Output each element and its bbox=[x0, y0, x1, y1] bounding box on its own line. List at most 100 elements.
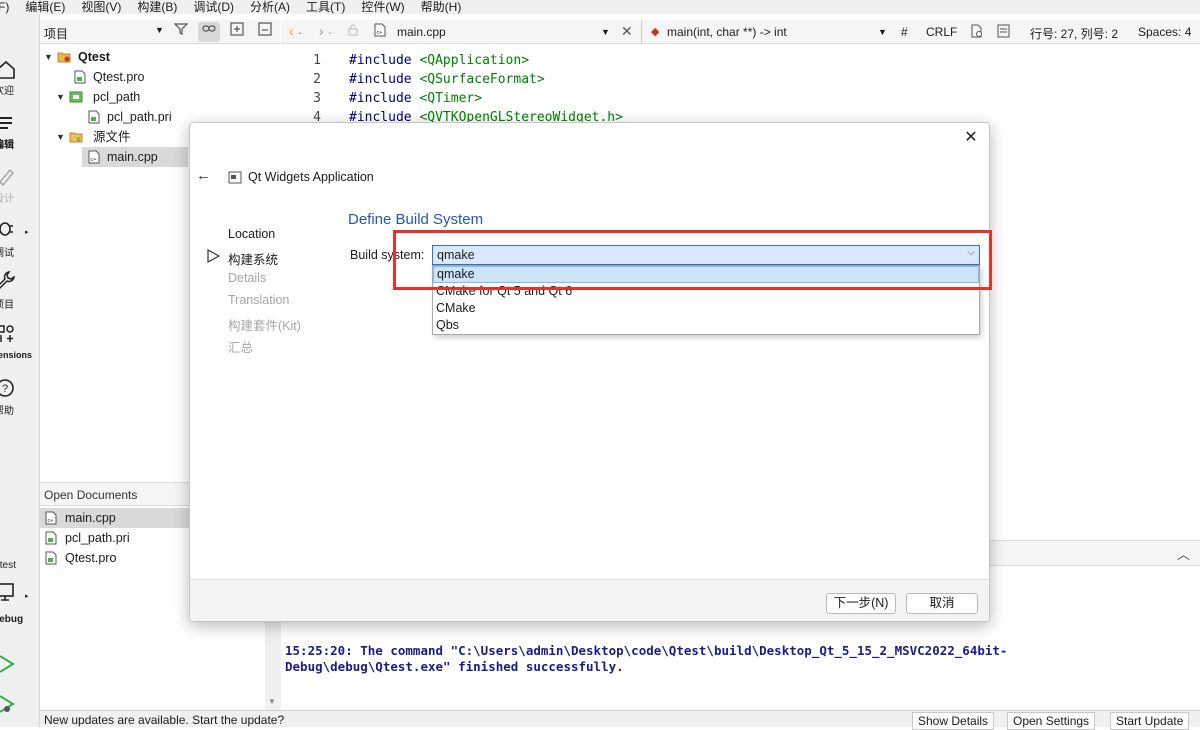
chevron-down-icon[interactable]: ⌄ bbox=[327, 28, 333, 36]
chevron-up-icon[interactable]: ︿ bbox=[1177, 544, 1190, 563]
svg-text:?: ? bbox=[2, 383, 8, 395]
tree-item-qtest[interactable]: ▼ Qtest bbox=[40, 47, 280, 67]
highlight-annotation-box bbox=[393, 230, 992, 290]
filter-icon[interactable] bbox=[170, 22, 192, 42]
option-qbs[interactable]: Qbs bbox=[433, 317, 979, 334]
close-file-icon[interactable]: ✕ bbox=[621, 23, 633, 40]
svg-text:c+: c+ bbox=[91, 157, 97, 163]
pri-file-icon bbox=[45, 531, 57, 545]
tree-item-pcl-path[interactable]: ▼ pcl_path bbox=[40, 87, 280, 107]
start-update-button[interactable]: Start Update bbox=[1110, 712, 1190, 730]
code-include-path: <QSurfaceFormat> bbox=[419, 72, 545, 87]
chevron-right-icon: ▸ bbox=[25, 593, 29, 600]
edit-lines-icon bbox=[0, 117, 12, 129]
dialog-footer: 下一步(N) 取消 bbox=[190, 579, 989, 621]
monitor-icon bbox=[0, 583, 14, 601]
back-arrow-icon[interactable]: ← bbox=[196, 167, 211, 184]
open-doc-pcl-path-pri[interactable]: pcl_path.pri bbox=[40, 528, 190, 548]
chevron-down-icon[interactable]: ⌄ bbox=[297, 28, 303, 36]
tree-item-main-cpp[interactable]: c+ main.cpp bbox=[82, 147, 188, 167]
code-keyword: #include bbox=[349, 91, 412, 106]
file-selector[interactable]: main.cpp bbox=[397, 25, 446, 39]
window-icon bbox=[228, 171, 242, 184]
wizard-title: Qt Widgets Application bbox=[248, 170, 374, 184]
open-settings-button[interactable]: Open Settings bbox=[1007, 712, 1096, 730]
source-folder-icon: c bbox=[69, 132, 83, 143]
code-keyword: #include bbox=[349, 72, 412, 87]
chevron-down-icon[interactable]: ▼ bbox=[44, 47, 53, 67]
home-icon bbox=[0, 60, 15, 79]
mode-sidebar: 欢迎 编辑 设计 ▸ 调试 项目 Extensions ? 帮助 Qtest ▸… bbox=[0, 14, 40, 727]
chevron-down-icon[interactable]: ▼ bbox=[155, 25, 164, 35]
wizard-step-translation: Translation bbox=[228, 293, 290, 307]
bug-icon bbox=[0, 222, 13, 236]
update-notice: New updates are available. Start the upd… bbox=[44, 713, 285, 727]
menu-tools[interactable]: 工具(T) bbox=[306, 0, 345, 14]
current-step-icon bbox=[207, 249, 220, 263]
show-details-button[interactable]: Show Details bbox=[912, 712, 995, 730]
option-cmake[interactable]: CMake bbox=[433, 300, 979, 317]
section-title: Define Build System bbox=[348, 211, 484, 228]
menu-bar: (F) 编辑(E) 视图(V) 构建(B) 调试(D) 分析(A) 工具(T) … bbox=[0, 0, 1200, 14]
cursor-position[interactable]: 行号: 27, 列号: 2 bbox=[1030, 25, 1118, 42]
menu-edit[interactable]: 编辑(E) bbox=[25, 0, 65, 14]
line-number: 3 bbox=[313, 91, 321, 106]
encoding-icon[interactable] bbox=[970, 24, 983, 41]
pro-file-icon bbox=[45, 551, 57, 565]
link-icon[interactable] bbox=[198, 22, 220, 42]
wizard-step-location: Location bbox=[228, 227, 276, 241]
output-message: 15:25:20: The command "C:\Users\admin\De… bbox=[285, 643, 1008, 674]
back-arrow-icon[interactable]: ‹ bbox=[289, 23, 294, 39]
split-add-icon[interactable] bbox=[226, 22, 248, 42]
help-icon: ? bbox=[0, 379, 14, 397]
close-split-icon[interactable] bbox=[254, 22, 276, 42]
function-scope-selector[interactable]: main(int, char **) -> int bbox=[667, 25, 787, 39]
menu-debug[interactable]: 调试(D) bbox=[193, 0, 234, 14]
svg-text:c+: c+ bbox=[48, 518, 54, 524]
debug-run-icon bbox=[0, 695, 15, 713]
line-ending-selector[interactable]: CRLF bbox=[926, 25, 957, 39]
status-bar: New updates are available. Start the upd… bbox=[40, 710, 1200, 730]
menu-analyze[interactable]: 分析(A) bbox=[250, 0, 290, 14]
new-project-wizard-dialog: ✕ ← Qt Widgets Application Location 构建系统… bbox=[189, 122, 990, 622]
cancel-button[interactable]: 取消 bbox=[906, 593, 978, 614]
wizard-step-details: Details bbox=[228, 271, 267, 285]
function-icon: ◆ bbox=[651, 26, 660, 38]
project-folder-icon bbox=[57, 52, 71, 63]
project-view-selector[interactable]: 项目 bbox=[44, 25, 68, 42]
chevron-down-icon[interactable]: ▼ bbox=[56, 127, 65, 147]
scroll-down-icon[interactable]: ▼ bbox=[268, 697, 276, 706]
chevron-down-icon[interactable]: ▼ bbox=[878, 27, 887, 37]
code-include-path: <QTimer> bbox=[419, 91, 483, 106]
hash-button[interactable]: # bbox=[901, 25, 908, 39]
open-doc-qtest-pro[interactable]: Qtest.pro bbox=[40, 548, 190, 568]
forward-arrow-icon[interactable]: › bbox=[319, 23, 324, 39]
pri-file-icon bbox=[88, 110, 100, 124]
chevron-down-icon[interactable]: ▼ bbox=[56, 87, 65, 107]
wrench-icon bbox=[0, 271, 15, 290]
next-button[interactable]: 下一步(N) bbox=[826, 593, 896, 614]
subproject-icon bbox=[69, 91, 83, 103]
tree-item-qtest-pro[interactable]: Qtest.pro bbox=[40, 67, 280, 87]
outline-icon[interactable] bbox=[997, 24, 1010, 41]
menu-build[interactable]: 构建(B) bbox=[137, 0, 177, 14]
close-icon[interactable]: ✕ bbox=[961, 127, 981, 149]
menu-view[interactable]: 视图(V) bbox=[81, 0, 121, 14]
svg-text:c+: c+ bbox=[377, 30, 383, 36]
indentation-setting[interactable]: Spaces: 4 bbox=[1138, 25, 1191, 39]
chevron-down-icon[interactable]: ▼ bbox=[601, 27, 610, 37]
menu-widgets[interactable]: 控件(W) bbox=[361, 0, 404, 14]
project-panel-header: 项目 ▼ bbox=[40, 20, 280, 44]
menu-help[interactable]: 帮助(H) bbox=[421, 0, 462, 14]
scrollbar[interactable]: ▼ bbox=[265, 620, 281, 710]
editor-toolbar: ‹ ⌄ › ⌄ c+ main.cpp ▼ ✕ ◆ main(int, char… bbox=[281, 20, 1200, 44]
chevron-right-icon: ▸ bbox=[25, 229, 29, 236]
wizard-step-build-system: 构建系统 bbox=[228, 253, 279, 267]
pro-file-icon bbox=[74, 70, 86, 84]
open-doc-main-cpp[interactable]: c+ main.cpp bbox=[40, 508, 190, 528]
run-icon bbox=[0, 655, 15, 673]
lock-icon bbox=[347, 24, 359, 39]
menu-file[interactable]: (F) bbox=[0, 0, 9, 14]
svg-text:c: c bbox=[77, 137, 80, 143]
divider bbox=[641, 20, 642, 44]
